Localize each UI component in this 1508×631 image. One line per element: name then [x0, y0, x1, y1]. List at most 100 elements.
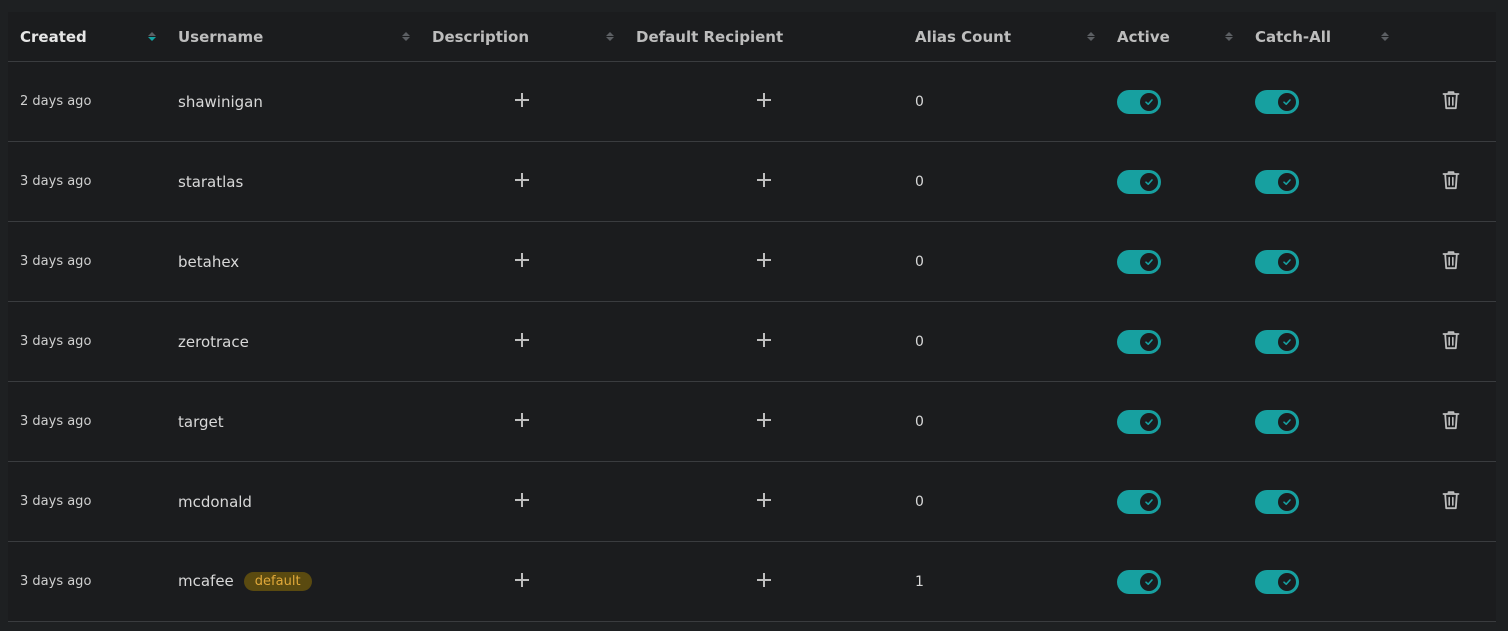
- default-recipient-cell: [624, 381, 903, 462]
- column-header-default-recipient: Default Recipient: [624, 12, 903, 62]
- description-cell: [420, 141, 624, 222]
- column-header-description[interactable]: Description: [420, 12, 624, 62]
- table-body: 2 days ago shawinigan 0 3 days ago stara…: [8, 61, 1496, 622]
- table-row: 3 days ago betahex 0: [8, 221, 1496, 302]
- active-cell: [1105, 461, 1243, 542]
- default-recipient-cell: [624, 141, 903, 222]
- sort-descending-icon[interactable]: [148, 32, 156, 41]
- alias-count-cell: 0: [903, 141, 1105, 222]
- alias-count-text: 0: [915, 413, 924, 430]
- column-header-active[interactable]: Active: [1105, 12, 1243, 62]
- add-recipient-plus-icon[interactable]: [756, 412, 771, 427]
- created-cell: 3 days ago: [8, 141, 166, 222]
- add-recipient-plus-icon[interactable]: [756, 332, 771, 347]
- alias-count-text: 0: [915, 333, 924, 350]
- sort-icon[interactable]: [1381, 32, 1389, 41]
- table-row: 3 days ago target 0: [8, 381, 1496, 462]
- check-icon: [1140, 492, 1158, 511]
- description-cell: [420, 61, 624, 142]
- trash-icon[interactable]: [1442, 330, 1460, 354]
- table-row: 3 days ago mcdonald 0: [8, 461, 1496, 542]
- column-label-username: Username: [178, 27, 264, 46]
- catch-all-toggle[interactable]: [1255, 329, 1299, 354]
- catch-all-toggle[interactable]: [1255, 169, 1299, 194]
- add-description-plus-icon[interactable]: [515, 332, 529, 347]
- default-recipient-cell: [624, 301, 903, 382]
- trash-icon[interactable]: [1442, 410, 1460, 434]
- add-description-plus-icon[interactable]: [515, 412, 529, 427]
- sort-icon[interactable]: [606, 32, 614, 41]
- catch-all-toggle[interactable]: [1255, 489, 1299, 514]
- check-icon: [1278, 332, 1296, 351]
- sort-icon[interactable]: [402, 32, 410, 41]
- default-badge: default: [243, 572, 312, 591]
- add-description-plus-icon[interactable]: [515, 92, 529, 107]
- column-label-created: Created: [20, 27, 87, 46]
- add-description-plus-icon[interactable]: [515, 492, 529, 507]
- add-recipient-plus-icon[interactable]: [756, 252, 771, 267]
- check-icon: [1140, 332, 1158, 351]
- actions-cell: [1405, 381, 1496, 462]
- active-toggle[interactable]: [1117, 169, 1161, 194]
- column-header-catch-all[interactable]: Catch-All: [1243, 12, 1405, 62]
- username-text: target: [178, 412, 224, 431]
- active-toggle[interactable]: [1117, 329, 1161, 354]
- check-icon: [1140, 252, 1158, 271]
- sort-icon[interactable]: [1225, 32, 1233, 41]
- check-icon: [1278, 412, 1296, 431]
- alias-count-text: 0: [915, 253, 924, 270]
- trash-icon[interactable]: [1442, 490, 1460, 514]
- table-row: 2 days ago shawinigan 0: [8, 61, 1496, 142]
- add-description-plus-icon[interactable]: [515, 572, 529, 587]
- column-label-active: Active: [1117, 27, 1170, 46]
- active-toggle[interactable]: [1117, 409, 1161, 434]
- active-toggle[interactable]: [1117, 569, 1161, 594]
- default-recipient-cell: [624, 541, 903, 622]
- alias-count-cell: 0: [903, 381, 1105, 462]
- table-header-row: Created Username Description Default Rec…: [8, 12, 1496, 62]
- description-cell: [420, 461, 624, 542]
- default-recipient-cell: [624, 461, 903, 542]
- trash-icon[interactable]: [1442, 170, 1460, 194]
- catch-all-toggle[interactable]: [1255, 89, 1299, 114]
- add-recipient-plus-icon[interactable]: [756, 572, 771, 587]
- created-cell: 3 days ago: [8, 461, 166, 542]
- column-header-username[interactable]: Username: [166, 12, 420, 62]
- active-cell: [1105, 301, 1243, 382]
- alias-count-text: 1: [915, 573, 924, 590]
- created-cell: 3 days ago: [8, 301, 166, 382]
- catch-all-toggle[interactable]: [1255, 569, 1299, 594]
- username-cell: shawinigan: [166, 61, 420, 142]
- column-header-created[interactable]: Created: [8, 12, 166, 62]
- add-description-plus-icon[interactable]: [515, 252, 529, 267]
- check-icon: [1278, 572, 1296, 591]
- active-toggle[interactable]: [1117, 89, 1161, 114]
- username-cell: betahex: [166, 221, 420, 302]
- active-cell: [1105, 221, 1243, 302]
- username-text: mcafee: [178, 572, 234, 590]
- catch-all-toggle[interactable]: [1255, 249, 1299, 274]
- actions-cell: [1405, 301, 1496, 382]
- active-toggle[interactable]: [1117, 249, 1161, 274]
- actions-cell: [1405, 221, 1496, 302]
- catch-all-cell: [1243, 141, 1405, 222]
- add-description-plus-icon[interactable]: [515, 172, 529, 187]
- username-cell: zerotrace: [166, 301, 420, 382]
- created-text: 3 days ago: [20, 334, 92, 349]
- sort-icon[interactable]: [1087, 32, 1095, 41]
- trash-icon[interactable]: [1442, 90, 1460, 114]
- catch-all-toggle[interactable]: [1255, 409, 1299, 434]
- alias-count-text: 0: [915, 173, 924, 190]
- column-header-alias-count[interactable]: Alias Count: [903, 12, 1105, 62]
- trash-icon[interactable]: [1442, 250, 1460, 274]
- add-recipient-plus-icon[interactable]: [756, 92, 771, 107]
- username-text: shawinigan: [178, 92, 263, 111]
- default-recipient-cell: [624, 221, 903, 302]
- column-label-description: Description: [432, 27, 530, 46]
- usernames-table-panel: Created Username Description Default Rec…: [8, 12, 1496, 622]
- add-recipient-plus-icon[interactable]: [756, 492, 771, 507]
- active-toggle[interactable]: [1117, 489, 1161, 514]
- actions-cell: [1405, 541, 1496, 622]
- add-recipient-plus-icon[interactable]: [756, 172, 771, 187]
- username-cell: mcdonald: [166, 461, 420, 542]
